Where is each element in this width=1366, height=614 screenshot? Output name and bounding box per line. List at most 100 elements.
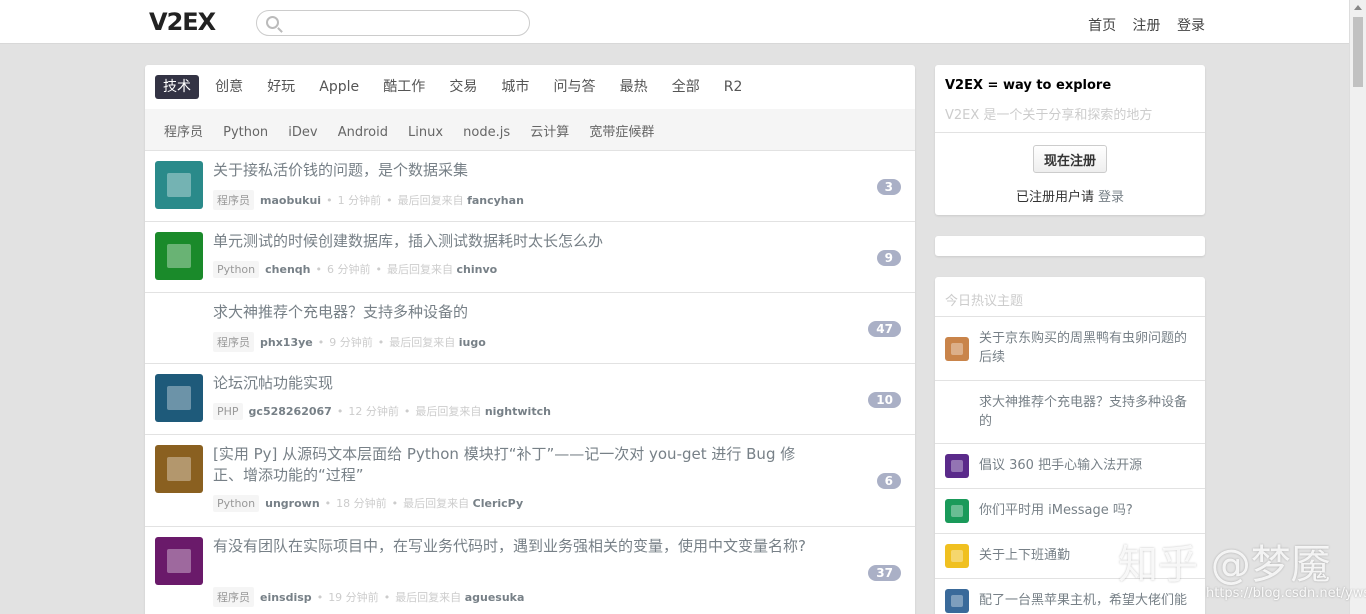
page-scrollbar[interactable] (1349, 0, 1366, 614)
subtab-broadband[interactable]: 宽带症候群 (589, 121, 654, 140)
subtab-nodejs[interactable]: node.js (463, 125, 510, 140)
topic-author[interactable]: phx13ye (260, 336, 313, 349)
avatar[interactable] (155, 445, 203, 493)
nav-home-link[interactable]: 首页 (1088, 18, 1116, 34)
reply-count-badge[interactable]: 10 (868, 392, 901, 408)
search-input[interactable] (285, 14, 521, 32)
reply-count-badge[interactable]: 9 (876, 250, 901, 266)
tab-qna[interactable]: 问与答 (546, 75, 604, 99)
subtab-idev[interactable]: iDev (288, 125, 317, 140)
subtab-python[interactable]: Python (223, 125, 268, 140)
hot-topics-title: 今日热议主题 (935, 277, 1205, 317)
avatar[interactable] (945, 454, 969, 478)
topic-list-box: 技术 创意 好玩 Apple 酷工作 交易 城市 问与答 最热 全部 R2 程序… (145, 65, 915, 614)
node-tag[interactable]: 程序员 (213, 190, 254, 210)
tab-hot[interactable]: 最热 (612, 75, 656, 99)
topic-author[interactable]: ungrown (265, 497, 320, 510)
avatar[interactable] (155, 161, 203, 209)
avatar-pattern (951, 460, 963, 472)
top-nav: 首页 注册 登录 (1076, 15, 1205, 35)
topic-title[interactable]: 论坛沉帖功能实现 (213, 373, 813, 394)
last-reply-user[interactable]: chinvo (457, 263, 498, 276)
avatar[interactable] (945, 499, 969, 523)
avatar[interactable] (945, 401, 969, 425)
avatar[interactable] (155, 232, 203, 280)
topic-row: [实用 Py] 从源码文本层面给 Python 模块打“补丁”——记一次对 yo… (145, 435, 915, 527)
subtab-programmer[interactable]: 程序员 (164, 121, 203, 140)
nav-register-link[interactable]: 注册 (1133, 18, 1161, 34)
avatar[interactable] (945, 337, 969, 361)
topic-meta: Python chenqh • 6 分钟前 • 最后回复来自 chinvo (213, 261, 497, 278)
topic-title[interactable]: 有没有团队在实际项目中，在写业务代码时，遇到业务强相关的变量，使用中文变量名称? (213, 536, 813, 557)
hot-topic-item: 倡议 360 把手心输入法开源 (935, 444, 1205, 489)
avatar-pattern (951, 505, 963, 517)
last-reply-user[interactable]: aguesuka (465, 591, 525, 604)
tab-jobs[interactable]: 酷工作 (375, 75, 433, 99)
avatar-pattern (951, 407, 963, 419)
topic-author[interactable]: gc528262067 (249, 405, 332, 418)
node-tag[interactable]: PHP (213, 403, 243, 420)
login-link[interactable]: 登录 (1098, 190, 1124, 205)
site-description: V2EX 是一个关于分享和探索的地方 (945, 108, 1153, 123)
tab-all[interactable]: 全部 (664, 75, 708, 99)
reply-count-badge[interactable]: 37 (868, 565, 901, 581)
reply-count-badge[interactable]: 3 (876, 179, 901, 195)
topic-title[interactable]: 单元测试的时候创建数据库，插入测试数据耗时太长怎么办 (213, 231, 813, 252)
topic-meta: 程序员 einsdisp • 19 分钟前 • 最后回复来自 aguesuka (213, 587, 524, 607)
tab-play[interactable]: 好玩 (259, 75, 303, 99)
last-reply-user[interactable]: fancyhan (467, 194, 524, 207)
top-bar: V2EX 首页 注册 登录 (0, 0, 1349, 44)
hot-topic-link[interactable]: 关于京东购买的周黑鸭有虫卵问题的后续 (979, 329, 1195, 367)
node-tag[interactable]: Python (213, 495, 260, 512)
avatar[interactable] (945, 544, 969, 568)
topic-author[interactable]: maobukui (260, 194, 321, 207)
topic-meta: 程序员 phx13ye • 9 分钟前 • 最后回复来自 iugo (213, 332, 486, 352)
reply-count-badge[interactable]: 47 (868, 321, 901, 337)
site-logo[interactable]: V2EX (149, 8, 216, 36)
topic-title[interactable]: 关于接私活价钱的问题，是个数据采集 (213, 160, 813, 181)
node-tag[interactable]: 程序员 (213, 587, 254, 607)
topic-meta: Python ungrown • 18 分钟前 • 最后回复来自 ClericPy (213, 495, 523, 512)
last-reply-user[interactable]: nightwitch (485, 405, 551, 418)
tab-r2[interactable]: R2 (716, 75, 751, 99)
scroll-up-arrow-icon[interactable] (1354, 5, 1362, 10)
subtab-cloud[interactable]: 云计算 (530, 121, 569, 140)
node-tag[interactable]: 程序员 (213, 332, 254, 352)
subtab-android[interactable]: Android (338, 125, 388, 140)
last-reply-user[interactable]: iugo (459, 336, 486, 349)
topic-title[interactable]: 求大神推荐个充电器？支持多种设备的 (213, 302, 813, 323)
avatar[interactable] (155, 537, 203, 585)
node-tag[interactable]: Python (213, 261, 260, 278)
topic-author[interactable]: chenqh (265, 263, 310, 276)
welcome-box: V2EX = way to explore V2EX 是一个关于分享和探索的地方… (935, 65, 1205, 215)
tab-apple[interactable]: Apple (311, 75, 367, 99)
tab-creative[interactable]: 创意 (207, 75, 251, 99)
tab-city[interactable]: 城市 (493, 75, 537, 99)
nav-login-link[interactable]: 登录 (1177, 18, 1205, 34)
reply-count-badge[interactable]: 6 (876, 473, 901, 489)
avatar-pattern (951, 343, 963, 355)
csdn-watermark-url: https://blog.csdn.net/ywsydwsbn (1206, 586, 1366, 601)
topic-title[interactable]: [实用 Py] 从源码文本层面给 Python 模块打“补丁”——记一次对 yo… (213, 444, 813, 486)
scrollbar-thumb[interactable] (1353, 17, 1363, 87)
register-button[interactable]: 现在注册 (1033, 145, 1107, 173)
avatar-pattern (167, 457, 191, 481)
hot-topic-link[interactable]: 配了一台黑苹果主机，希望大佬们能 (979, 591, 1195, 610)
avatar[interactable] (945, 589, 969, 613)
topic-author[interactable]: einsdisp (260, 591, 312, 604)
search-box[interactable] (256, 10, 530, 36)
tab-tech[interactable]: 技术 (155, 75, 199, 99)
last-reply-user[interactable]: ClericPy (473, 497, 523, 510)
hot-topic-link[interactable]: 倡议 360 把手心输入法开源 (979, 456, 1195, 475)
avatar[interactable] (155, 374, 203, 422)
hot-topic-link[interactable]: 求大神推荐个充电器？支持多种设备的 (979, 393, 1195, 431)
meta-separator: • (316, 591, 324, 604)
subtab-linux[interactable]: Linux (408, 125, 443, 140)
avatar[interactable] (155, 303, 203, 351)
meta-separator: • (386, 194, 393, 207)
hot-topic-link[interactable]: 你们平时用 iMessage 吗? (979, 501, 1195, 520)
node-subtabs: 程序员 Python iDev Android Linux node.js 云计… (145, 109, 915, 151)
tab-deals[interactable]: 交易 (441, 75, 485, 99)
last-reply-label: 最后回复来自 (389, 336, 456, 349)
topic-row: 有没有团队在实际项目中，在写业务代码时，遇到业务强相关的变量，使用中文变量名称?… (145, 527, 915, 614)
